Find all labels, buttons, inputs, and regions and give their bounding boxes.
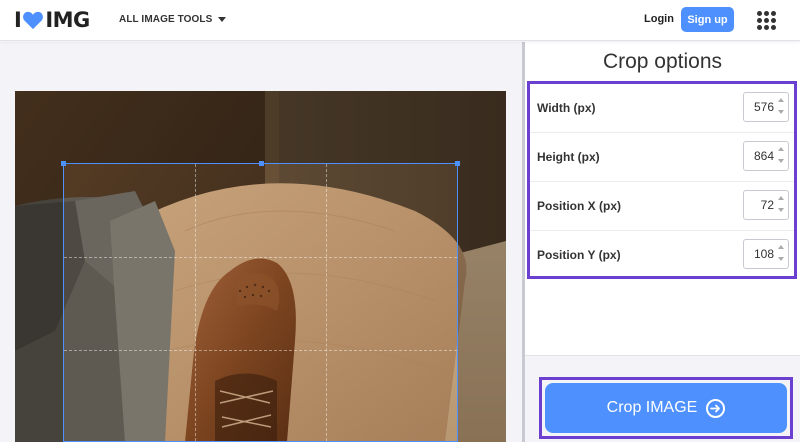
crop-image-button[interactable]: Crop IMAGE bbox=[545, 383, 787, 433]
height-input[interactable]: 864 bbox=[743, 141, 789, 171]
crop-image-label: Crop IMAGE bbox=[606, 399, 698, 416]
sidebar-footer: Crop IMAGE bbox=[525, 355, 800, 442]
stepper-up-icon[interactable] bbox=[778, 98, 784, 102]
width-stepper[interactable] bbox=[778, 98, 786, 118]
heart-icon bbox=[23, 11, 44, 30]
arrow-circle-right-icon bbox=[706, 398, 726, 418]
stepper-down-icon[interactable] bbox=[778, 257, 784, 261]
position-y-stepper[interactable] bbox=[778, 245, 786, 265]
caret-down-icon bbox=[218, 17, 227, 22]
crop-grid-line bbox=[326, 164, 327, 441]
position-x-label: Position X (px) bbox=[537, 199, 621, 213]
stepper-up-icon[interactable] bbox=[778, 147, 784, 151]
option-row-height: Height (px) 864 bbox=[530, 133, 794, 182]
login-link[interactable]: Login bbox=[644, 13, 674, 25]
stepper-down-icon[interactable] bbox=[778, 110, 784, 114]
position-y-value: 108 bbox=[753, 247, 774, 261]
width-input[interactable]: 576 bbox=[743, 92, 789, 122]
option-row-position-x: Position X (px) 72 bbox=[530, 182, 794, 231]
crop-handle-top-center[interactable] bbox=[259, 161, 264, 166]
stepper-up-icon[interactable] bbox=[778, 196, 784, 200]
logo-letter-i: I bbox=[14, 8, 22, 32]
width-value: 576 bbox=[753, 100, 774, 114]
crop-grid-line bbox=[195, 164, 196, 441]
option-row-width: Width (px) 576 bbox=[530, 84, 794, 133]
stepper-up-icon[interactable] bbox=[778, 245, 784, 249]
crop-options-sidebar: Crop options Width (px) 576 Height (px) … bbox=[525, 42, 800, 442]
crop-selection-box[interactable] bbox=[61, 161, 460, 442]
width-label: Width (px) bbox=[537, 101, 596, 115]
apps-grid-icon[interactable] bbox=[757, 11, 776, 30]
crop-grid-line bbox=[64, 350, 457, 351]
all-image-tools-menu[interactable]: ALL IMAGE TOOLS bbox=[119, 14, 227, 25]
crop-options-title: Crop options bbox=[602, 50, 723, 73]
option-row-position-y: Position Y (px) 108 bbox=[530, 231, 794, 280]
position-x-value: 72 bbox=[760, 198, 774, 212]
logo-text-img: IMG bbox=[45, 8, 90, 32]
height-stepper[interactable] bbox=[778, 147, 786, 167]
position-x-stepper[interactable] bbox=[778, 196, 786, 216]
crop-grid-line bbox=[64, 257, 457, 258]
all-image-tools-label: ALL IMAGE TOOLS bbox=[119, 14, 213, 25]
height-value: 864 bbox=[753, 149, 774, 163]
crop-options-panel: Width (px) 576 Height (px) 864 Position … bbox=[527, 81, 797, 279]
top-header: I IMG ALL IMAGE TOOLS Login Sign up bbox=[0, 0, 800, 41]
crop-handle-top-right[interactable] bbox=[455, 161, 460, 166]
stepper-down-icon[interactable] bbox=[778, 159, 784, 163]
signup-button[interactable]: Sign up bbox=[681, 7, 734, 32]
crop-handle-top-left[interactable] bbox=[61, 161, 66, 166]
position-y-label: Position Y (px) bbox=[537, 248, 621, 262]
crop-button-highlight: Crop IMAGE bbox=[539, 377, 793, 439]
ilovei-img-logo[interactable]: I IMG bbox=[14, 8, 90, 32]
height-label: Height (px) bbox=[537, 150, 600, 164]
position-y-input[interactable]: 108 bbox=[743, 239, 789, 269]
position-x-input[interactable]: 72 bbox=[743, 190, 789, 220]
stepper-down-icon[interactable] bbox=[778, 208, 784, 212]
